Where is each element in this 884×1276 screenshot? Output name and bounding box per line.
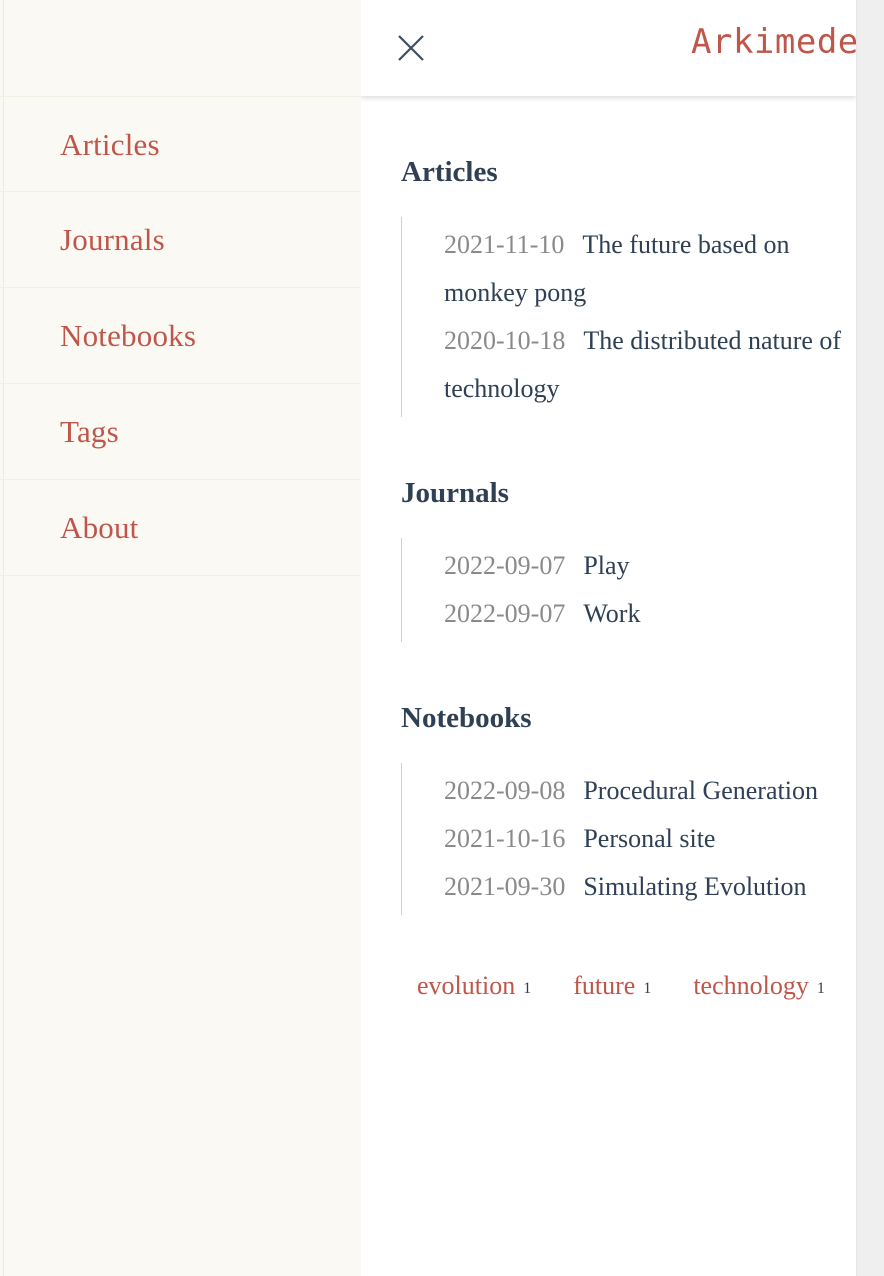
list-item[interactable]: 2020-10-18 The distributed nature of tech… [402,317,856,413]
close-icon[interactable] [390,27,432,69]
entry-date: 2021-11-10 [444,230,565,259]
entry-date: 2022-09-08 [444,776,566,805]
section-heading: Articles [401,156,498,188]
entry-date: 2022-09-07 [444,551,566,580]
entry-title[interactable]: Personal site [583,824,715,853]
entry-title[interactable]: Play [583,551,629,580]
list-item[interactable]: 2021-09-30 Simulating Evolution [402,863,856,911]
brand-title: Arkimedes [691,22,856,62]
section-heading: Notebooks [401,702,532,734]
tag-label: technology [693,971,809,1000]
tag-count: 1 [816,980,825,997]
app-root: Articles Journals Notebooks Tags About A… [0,0,884,1276]
entry-title[interactable]: Work [583,599,640,628]
tag-item[interactable]: future 1 [573,971,651,1001]
list-item[interactable]: 2022-09-07 Work [402,590,856,638]
entry-title[interactable]: Procedural Generation [583,776,818,805]
panel-header: Arkimedes [361,0,856,96]
section-notebooks: Notebooks 2022-09-08 Procedural Generatio… [361,642,856,915]
overlay-panel: Arkimedes Articles 2021-11-10The future … [361,0,856,1276]
list-item[interactable]: 2022-09-07 Play [402,542,856,590]
entry-list-notebooks: 2022-09-08 Procedural Generation 2021-10-… [401,763,856,915]
list-item[interactable]: 2022-09-08 Procedural Generation [402,767,856,815]
tag-count: 1 [643,980,652,997]
sidebar-item-label: Articles [60,126,160,162]
entry-list-journals: 2022-09-07 Play 2022-09-07 Work [401,538,856,642]
tag-label: future [573,971,636,1000]
section-articles: Articles 2021-11-10 The future based on m… [361,96,856,417]
section-heading: Journals [401,477,509,509]
panel-body: Articles 2021-11-10 The future based on m… [361,96,856,1276]
entry-date: 2021-09-30 [444,872,566,901]
sidebar-item-label: Tags [60,414,119,449]
sidebar-item-label: Notebooks [60,318,197,353]
tag-item[interactable]: technology 1 [693,971,825,1001]
entry-date: 2021-10-16 [444,824,566,853]
entry-list-articles: 2021-11-10 The future based on monkey pon… [401,217,856,417]
panel-right-edge [856,0,858,1276]
entry-date: 2020-10-18 [444,326,566,355]
tag-cloud: evolution 1 future 1 technology 1 [361,971,856,1001]
entry-title[interactable]: Simulating Evolution [583,872,806,901]
list-item[interactable]: 2021-10-16 Personal site [402,815,856,863]
tag-label: evolution [417,971,516,1000]
section-journals: Journals 2022-09-07 Play 2022-09-07 Work [361,417,856,642]
tag-count: 1 [523,980,532,997]
sidebar-item-label: Journals [60,222,165,257]
entry-date: 2022-09-07 [444,599,566,628]
sidebar-item-label: About [60,510,139,545]
tag-item[interactable]: evolution 1 [417,971,531,1001]
list-item[interactable]: 2021-11-10 The future based on monkey pon… [402,221,856,317]
page-background-strip [856,0,884,1276]
